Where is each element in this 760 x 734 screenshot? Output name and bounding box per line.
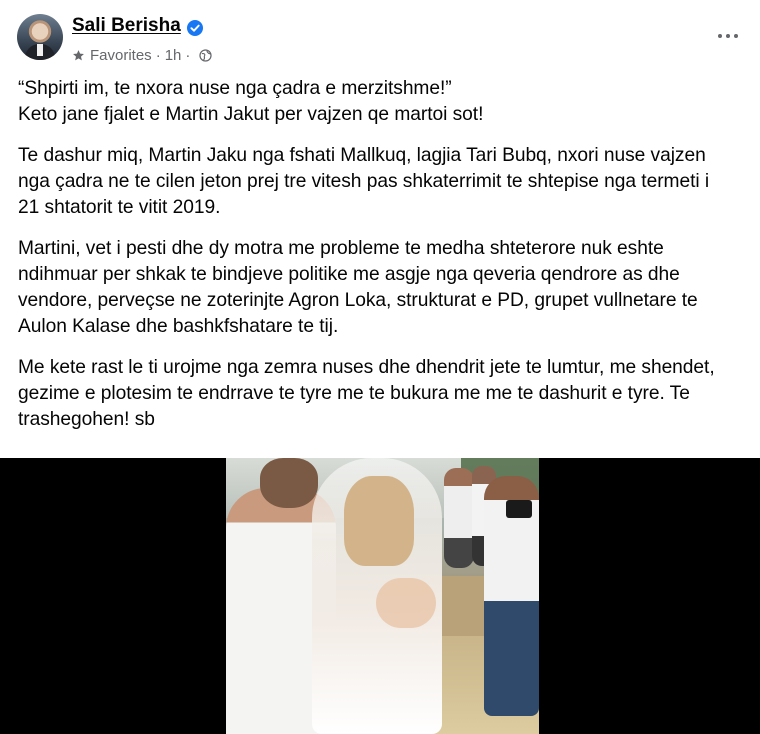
avatar[interactable]	[17, 14, 63, 60]
video-bystander	[444, 468, 474, 568]
post-paragraph: “Shpirti im, te nxora nuse nga çadra e m…	[18, 78, 484, 125]
video-frame[interactable]	[226, 458, 539, 734]
more-options-icon-dot	[734, 34, 738, 38]
post-paragraph: Martini, vet i pesti dhe dy motra me pro…	[18, 238, 698, 337]
more-options-button[interactable]	[710, 22, 746, 50]
avatar-shirt	[37, 44, 43, 56]
post-timestamp[interactable]: 1h	[165, 47, 182, 64]
audience-label[interactable]: Favorites	[90, 47, 152, 64]
video-groom-head	[260, 458, 318, 508]
more-options-icon	[718, 34, 722, 38]
meta-separator: ·	[155, 46, 161, 64]
post-meta: Favorites · 1h ·	[72, 45, 213, 65]
globe-icon[interactable]	[199, 48, 213, 62]
video-bride-arm	[376, 578, 436, 628]
meta-separator-2: ·	[185, 46, 191, 64]
post-paragraph: Te dashur miq, Martin Jaku nga fshati Ma…	[18, 145, 710, 218]
star-icon	[73, 49, 84, 60]
author-name[interactable]: Sali Berisha	[72, 15, 181, 37]
post-header: Sali Berisha Favorites · 1h ·	[0, 0, 760, 72]
post-paragraph: Me kete rast le ti urojme nga zemra nuse…	[18, 357, 715, 430]
more-options-icon-dot	[726, 34, 730, 38]
post-body: “Shpirti im, te nxora nuse nga çadra e m…	[18, 76, 728, 448]
video-bride-hair	[344, 476, 414, 566]
video-phone	[506, 500, 532, 518]
post-video[interactable]	[0, 458, 760, 734]
verified-badge-icon	[187, 20, 203, 36]
